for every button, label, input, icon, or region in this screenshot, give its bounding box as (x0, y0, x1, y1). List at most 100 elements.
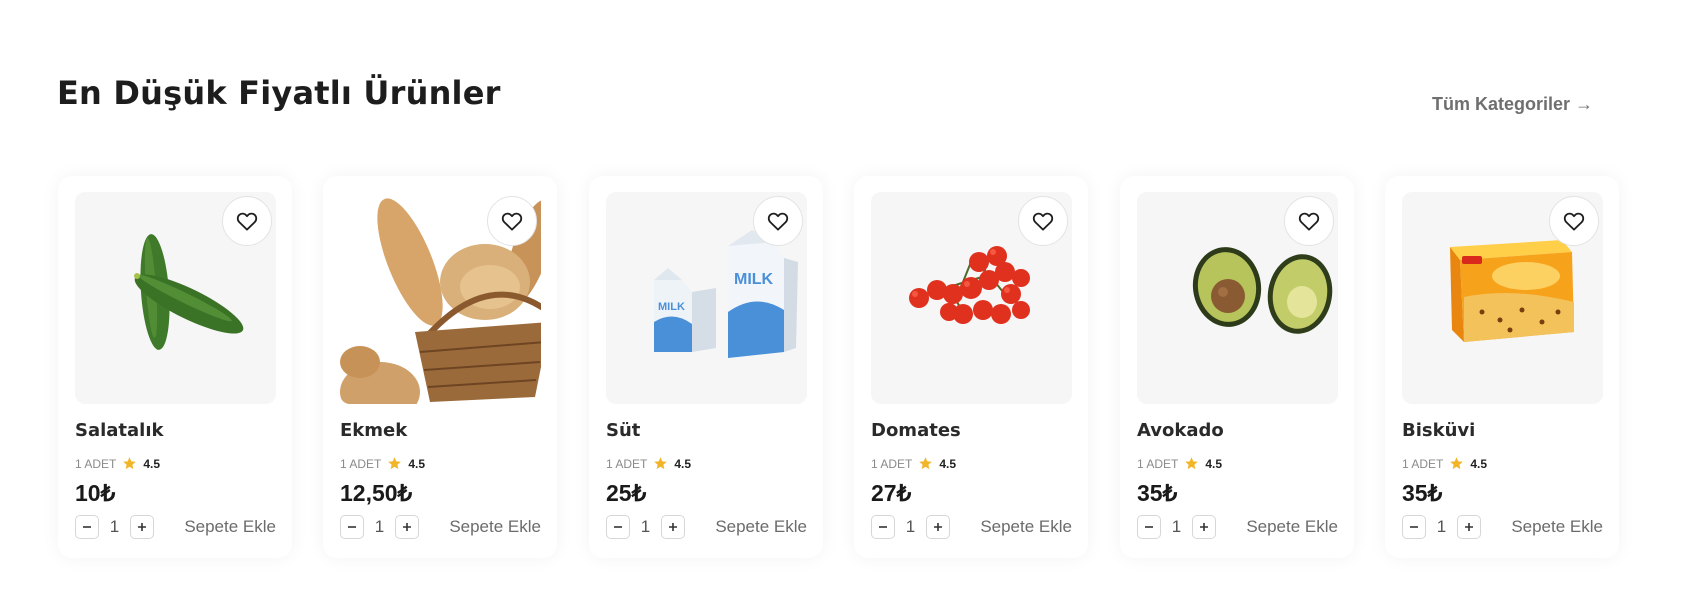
product-meta: 1 ADET 4.5 (1137, 456, 1222, 471)
minus-icon (879, 526, 887, 528)
product-rating: 4.5 (1205, 456, 1223, 471)
minus-icon (1410, 526, 1418, 528)
product-card[interactable]: Domates 1 ADET 4.5 27₺ 1 Sepete Ekle (854, 176, 1088, 558)
increase-quantity-button[interactable] (130, 515, 154, 539)
product-price: 35₺ (1137, 480, 1178, 506)
add-to-cart-button[interactable]: Sepete Ekle (184, 517, 276, 537)
decrease-quantity-button[interactable] (75, 515, 99, 539)
product-name[interactable]: Ekmek (340, 420, 407, 441)
minus-icon (83, 526, 91, 528)
decrease-quantity-button[interactable] (340, 515, 364, 539)
product-name[interactable]: Bisküvi (1402, 420, 1475, 441)
increase-quantity-button[interactable] (926, 515, 950, 539)
heart-icon (1032, 212, 1054, 231)
quantity-value[interactable]: 1 (1426, 517, 1457, 537)
favorite-button[interactable] (1284, 196, 1334, 246)
product-card[interactable]: Avokado 1 ADET 4.5 35₺ 1 Sepete Ekle (1120, 176, 1354, 558)
add-to-cart-button[interactable]: Sepete Ekle (980, 517, 1072, 537)
product-card[interactable]: Ekmek 1 ADET 4.5 12,50₺ 1 Sepete Ekle (323, 176, 557, 558)
add-to-cart-button[interactable]: Sepete Ekle (449, 517, 541, 537)
product-unit: 1 ADET (1137, 456, 1179, 471)
add-to-cart-button[interactable]: Sepete Ekle (715, 517, 807, 537)
product-meta: 1 ADET 4.5 (1402, 456, 1487, 471)
quantity-value[interactable]: 1 (1161, 517, 1192, 537)
star-icon (388, 457, 402, 470)
lowest-price-products-section: En Düşük Fiyatlı Ürünler Tüm Kategoriler… (0, 0, 1684, 599)
decrease-quantity-button[interactable] (1402, 515, 1426, 539)
all-categories-link[interactable]: Tüm Kategoriler → (1432, 94, 1593, 115)
favorite-button[interactable] (1549, 196, 1599, 246)
increase-quantity-button[interactable] (1457, 515, 1481, 539)
star-icon (1185, 457, 1199, 470)
product-unit: 1 ADET (606, 456, 648, 471)
favorite-button[interactable] (1018, 196, 1068, 246)
decrease-quantity-button[interactable] (606, 515, 630, 539)
plus-icon (669, 523, 677, 531)
add-to-cart-button[interactable]: Sepete Ekle (1511, 517, 1603, 537)
minus-icon (614, 526, 622, 528)
plus-icon (138, 523, 146, 531)
heart-icon (1298, 212, 1320, 231)
product-image[interactable] (1137, 192, 1338, 404)
favorite-button[interactable] (222, 196, 272, 246)
product-rating: 4.5 (408, 456, 426, 471)
increase-quantity-button[interactable] (395, 515, 419, 539)
milk-carton-label-small: MILK (658, 301, 685, 313)
product-image[interactable] (75, 192, 276, 404)
decrease-quantity-button[interactable] (871, 515, 895, 539)
product-price: 35₺ (1402, 480, 1443, 506)
product-meta: 1 ADET 4.5 (871, 456, 956, 471)
add-to-cart-button[interactable]: Sepete Ekle (1246, 517, 1338, 537)
product-name[interactable]: Salatalık (75, 420, 164, 441)
product-rating: 4.5 (939, 456, 957, 471)
increase-quantity-button[interactable] (1192, 515, 1216, 539)
plus-icon (934, 523, 942, 531)
favorite-button[interactable] (487, 196, 537, 246)
product-carousel: Salatalık 1 ADET 4.5 10₺ 1 Sepete Ekle E… (58, 176, 1638, 558)
product-name[interactable]: Avokado (1137, 420, 1224, 441)
product-card[interactable]: Salatalık 1 ADET 4.5 10₺ 1 Sepete Ekle (58, 176, 292, 558)
minus-icon (1145, 526, 1153, 528)
star-icon (1450, 457, 1464, 470)
product-price: 10₺ (75, 480, 116, 506)
product-image[interactable]: MILK MILK (606, 192, 807, 404)
quantity-stepper: 1 Sepete Ekle (1137, 514, 1338, 540)
product-meta: 1 ADET 4.5 (75, 456, 160, 471)
product-image[interactable] (1402, 192, 1603, 404)
quantity-stepper: 1 Sepete Ekle (1402, 514, 1603, 540)
quantity-value[interactable]: 1 (99, 517, 130, 537)
product-card[interactable]: MILK MILK Süt 1 ADET 4.5 25₺ 1 Sepete Ek… (589, 176, 823, 558)
quantity-stepper: 1 Sepete Ekle (606, 514, 807, 540)
quantity-stepper: 1 Sepete Ekle (75, 514, 276, 540)
heart-icon (767, 212, 789, 231)
decrease-quantity-button[interactable] (1137, 515, 1161, 539)
plus-icon (403, 523, 411, 531)
product-price: 25₺ (606, 480, 647, 506)
heart-icon (501, 212, 523, 231)
product-unit: 1 ADET (75, 456, 117, 471)
favorite-button[interactable] (753, 196, 803, 246)
quantity-value[interactable]: 1 (630, 517, 661, 537)
quantity-stepper: 1 Sepete Ekle (340, 514, 541, 540)
product-name[interactable]: Süt (606, 420, 640, 441)
plus-icon (1200, 523, 1208, 531)
quantity-value[interactable]: 1 (364, 517, 395, 537)
star-icon (919, 457, 933, 470)
product-rating: 4.5 (674, 456, 692, 471)
product-meta: 1 ADET 4.5 (606, 456, 691, 471)
plus-icon (1465, 523, 1473, 531)
product-meta: 1 ADET 4.5 (340, 456, 425, 471)
star-icon (654, 457, 668, 470)
quantity-value[interactable]: 1 (895, 517, 926, 537)
product-image[interactable] (871, 192, 1072, 404)
quantity-stepper: 1 Sepete Ekle (871, 514, 1072, 540)
product-card[interactable]: Bisküvi 1 ADET 4.5 35₺ 1 Sepete Ekle (1385, 176, 1619, 558)
product-image[interactable] (340, 192, 541, 404)
section-title: En Düşük Fiyatlı Ürünler (57, 74, 501, 112)
increase-quantity-button[interactable] (661, 515, 685, 539)
product-unit: 1 ADET (340, 456, 382, 471)
product-unit: 1 ADET (871, 456, 913, 471)
heart-icon (236, 212, 258, 231)
product-unit: 1 ADET (1402, 456, 1444, 471)
product-name[interactable]: Domates (871, 420, 961, 441)
